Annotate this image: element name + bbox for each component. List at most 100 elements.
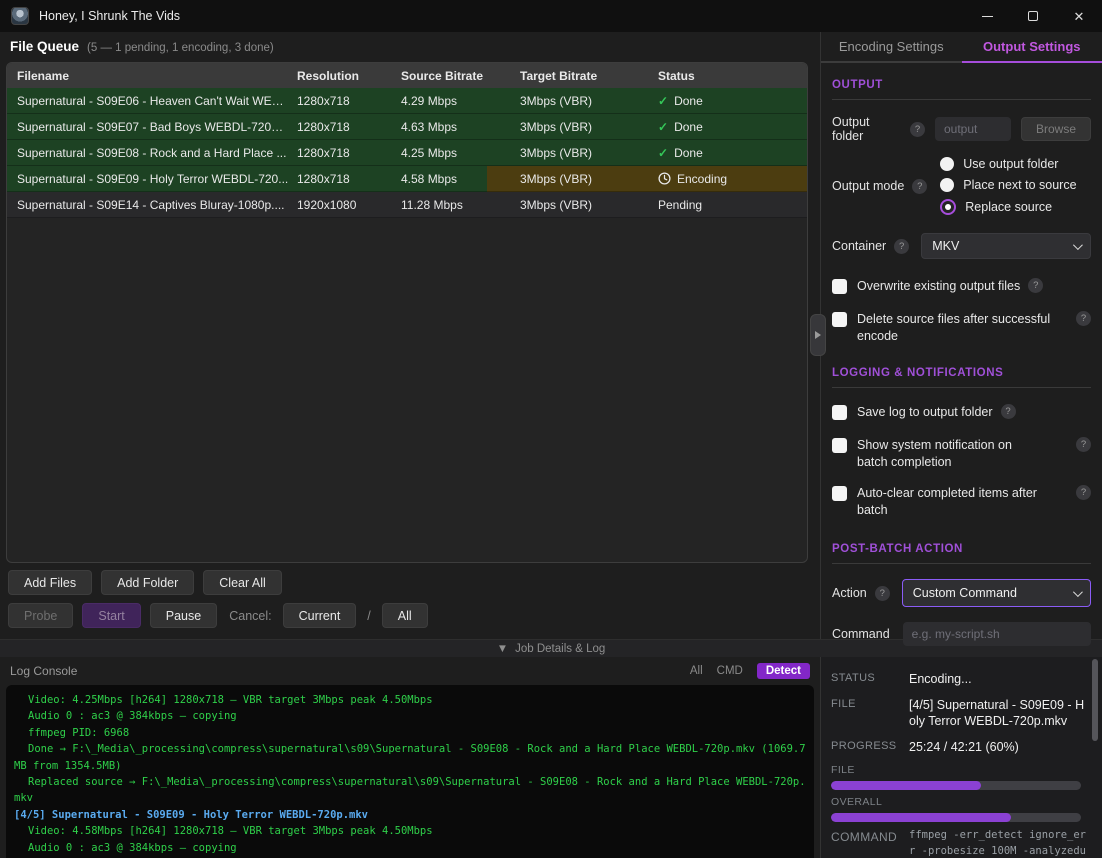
status-text: Encoding: [677, 172, 727, 186]
column-header-filename: Filename: [17, 69, 297, 83]
cell-source-bitrate: 11.28 Mbps: [401, 198, 520, 212]
help-icon[interactable]: ?: [1076, 485, 1091, 500]
app-icon: [11, 7, 29, 25]
maximize-button[interactable]: [1010, 0, 1056, 32]
log-line: Audio 0 : ac3 @ 384kbps — copying: [14, 840, 806, 856]
radio-icon: [940, 178, 954, 192]
file-value: [4/5] Supernatural - S09E09 - Holy Terro…: [909, 697, 1091, 730]
container-select[interactable]: MKV: [921, 233, 1091, 259]
action-label: Action: [832, 586, 867, 600]
action-row: Action ? Custom Command: [832, 579, 1091, 607]
tab-output-settings[interactable]: Output Settings: [962, 32, 1102, 63]
log-filter-cmd[interactable]: CMD: [717, 665, 743, 677]
table-row[interactable]: Supernatural - S09E14 - Captives Bluray-…: [7, 192, 807, 218]
log-line: Video: 4.25Mbps [h264] 1280x718 — VBR ta…: [14, 692, 806, 708]
check-icon: ✓: [658, 120, 668, 134]
status-text: Done: [674, 94, 703, 108]
output-folder-input[interactable]: [935, 117, 1011, 141]
cancel-label: Cancel:: [229, 609, 271, 623]
autoclear-label: Auto-clear completed items after batch: [857, 485, 1069, 519]
cell-source-bitrate: 4.29 Mbps: [401, 94, 520, 108]
help-icon[interactable]: ?: [894, 239, 909, 254]
action-value: Custom Command: [913, 586, 1017, 600]
progress-value: 25:24 / 42:21 (60%): [909, 739, 1091, 756]
log-filter-all[interactable]: All: [690, 665, 703, 677]
table-row[interactable]: Supernatural - S09E08 - Rock and a Hard …: [7, 140, 807, 166]
pause-button[interactable]: Pause: [150, 603, 217, 628]
help-icon[interactable]: ?: [1028, 278, 1043, 293]
queue-header: File Queue (5 — 1 pending, 1 encoding, 3…: [10, 39, 274, 54]
status-label: STATUS: [831, 671, 909, 688]
radio-place-next-to-source[interactable]: Place next to source: [940, 178, 1076, 192]
section-header-output: OUTPUT: [832, 79, 1091, 100]
minimize-button[interactable]: [964, 0, 1010, 32]
cell-filename: Supernatural - S09E14 - Captives Bluray-…: [17, 198, 297, 212]
probe-button[interactable]: Probe: [8, 603, 73, 628]
output-mode-label: Output mode: [832, 179, 904, 193]
help-icon[interactable]: ?: [875, 586, 890, 601]
status-panel-scrollbar[interactable]: [1092, 659, 1098, 741]
table-row-encoding[interactable]: Supernatural - S09E09 - Holy Terror WEBD…: [7, 166, 807, 192]
action-select[interactable]: Custom Command: [902, 579, 1091, 607]
radio-label: Place next to source: [963, 178, 1076, 192]
command-input[interactable]: [903, 622, 1091, 646]
cell-source-bitrate: 4.25 Mbps: [401, 146, 520, 160]
queue-title: File Queue: [10, 39, 79, 54]
job-details-label: Job Details & Log: [515, 643, 605, 655]
settings-panel: Encoding Settings Output Settings OUTPUT…: [820, 32, 1102, 639]
help-icon[interactable]: ?: [910, 122, 925, 137]
radio-use-output-folder[interactable]: Use output folder: [940, 157, 1076, 171]
save-log-checkbox-row[interactable]: Save log to output folder ?: [832, 404, 1091, 421]
log-output[interactable]: Video: 4.25Mbps [h264] 1280x718 — VBR ta…: [6, 685, 814, 858]
start-button[interactable]: Start: [82, 603, 140, 628]
log-filter-detect[interactable]: Detect: [757, 663, 810, 679]
cell-status: ✓ Done: [658, 94, 807, 108]
output-folder-label: Output folder: [832, 115, 902, 143]
file-progress-fill: [831, 781, 981, 790]
table-row[interactable]: Supernatural - S09E06 - Heaven Can't Wai…: [7, 88, 807, 114]
progress-label: PROGRESS: [831, 739, 909, 756]
clear-all-button[interactable]: Clear All: [203, 570, 282, 595]
cell-resolution: 1280x718: [297, 146, 401, 160]
log-line: Audio 0 : ac3 @ 384kbps — copying: [14, 708, 806, 724]
status-text: Done: [674, 146, 703, 160]
output-settings-body: OUTPUT Output folder ? Browse Output mod…: [821, 63, 1102, 685]
checkbox-icon: [832, 279, 847, 294]
help-icon[interactable]: ?: [1001, 404, 1016, 419]
cell-target-bitrate: 3Mbps (VBR): [520, 94, 658, 108]
settings-tabs: Encoding Settings Output Settings: [821, 32, 1102, 63]
browse-button[interactable]: Browse: [1021, 117, 1091, 141]
add-folder-button[interactable]: Add Folder: [101, 570, 194, 595]
file-row: FILE [4/5] Supernatural - S09E09 - Holy …: [831, 697, 1092, 730]
overall-bar-label: OVERALL: [831, 796, 1092, 808]
overall-progress-fill: [831, 813, 1011, 822]
log-line: Video: 4.58Mbps [h264] 1280x718 — VBR ta…: [14, 823, 806, 839]
file-bar-label: FILE: [831, 764, 1092, 776]
help-icon[interactable]: ?: [1076, 311, 1091, 326]
file-label: FILE: [831, 697, 909, 730]
notify-label: Show system notification on batch comple…: [857, 437, 1043, 471]
log-line: Done → F:\_Media\_processing\compress\su…: [14, 741, 806, 774]
log-line-current-file: [4/5] Supernatural - S09E09 - Holy Terro…: [14, 807, 806, 823]
queue-actions: Add Files Add Folder Clear All: [8, 570, 282, 595]
cancel-all-button[interactable]: All: [382, 603, 428, 628]
tab-encoding-settings[interactable]: Encoding Settings: [821, 32, 962, 63]
help-icon[interactable]: ?: [912, 179, 927, 194]
autoclear-checkbox-row[interactable]: Auto-clear completed items after batch ?: [832, 485, 1091, 519]
overwrite-checkbox-row[interactable]: Overwrite existing output files ?: [832, 278, 1091, 295]
radio-replace-source[interactable]: Replace source: [940, 199, 1076, 215]
clock-icon: [658, 172, 671, 185]
table-row[interactable]: Supernatural - S09E07 - Bad Boys WEBDL-7…: [7, 114, 807, 140]
progress-row: PROGRESS 25:24 / 42:21 (60%): [831, 739, 1092, 756]
cell-status: ✓ Done: [658, 146, 807, 160]
cancel-current-button[interactable]: Current: [283, 603, 357, 628]
check-icon: ✓: [658, 146, 668, 160]
panel-collapse-handle[interactable]: [810, 314, 826, 356]
notify-checkbox-row[interactable]: Show system notification on batch comple…: [832, 437, 1091, 471]
delete-source-checkbox-row[interactable]: Delete source files after successful enc…: [832, 311, 1091, 345]
help-icon[interactable]: ?: [1076, 437, 1091, 452]
close-button[interactable]: ✕: [1056, 0, 1102, 32]
window-controls: ✕: [964, 0, 1102, 32]
command-display-label: COMMAND: [831, 828, 909, 858]
add-files-button[interactable]: Add Files: [8, 570, 92, 595]
